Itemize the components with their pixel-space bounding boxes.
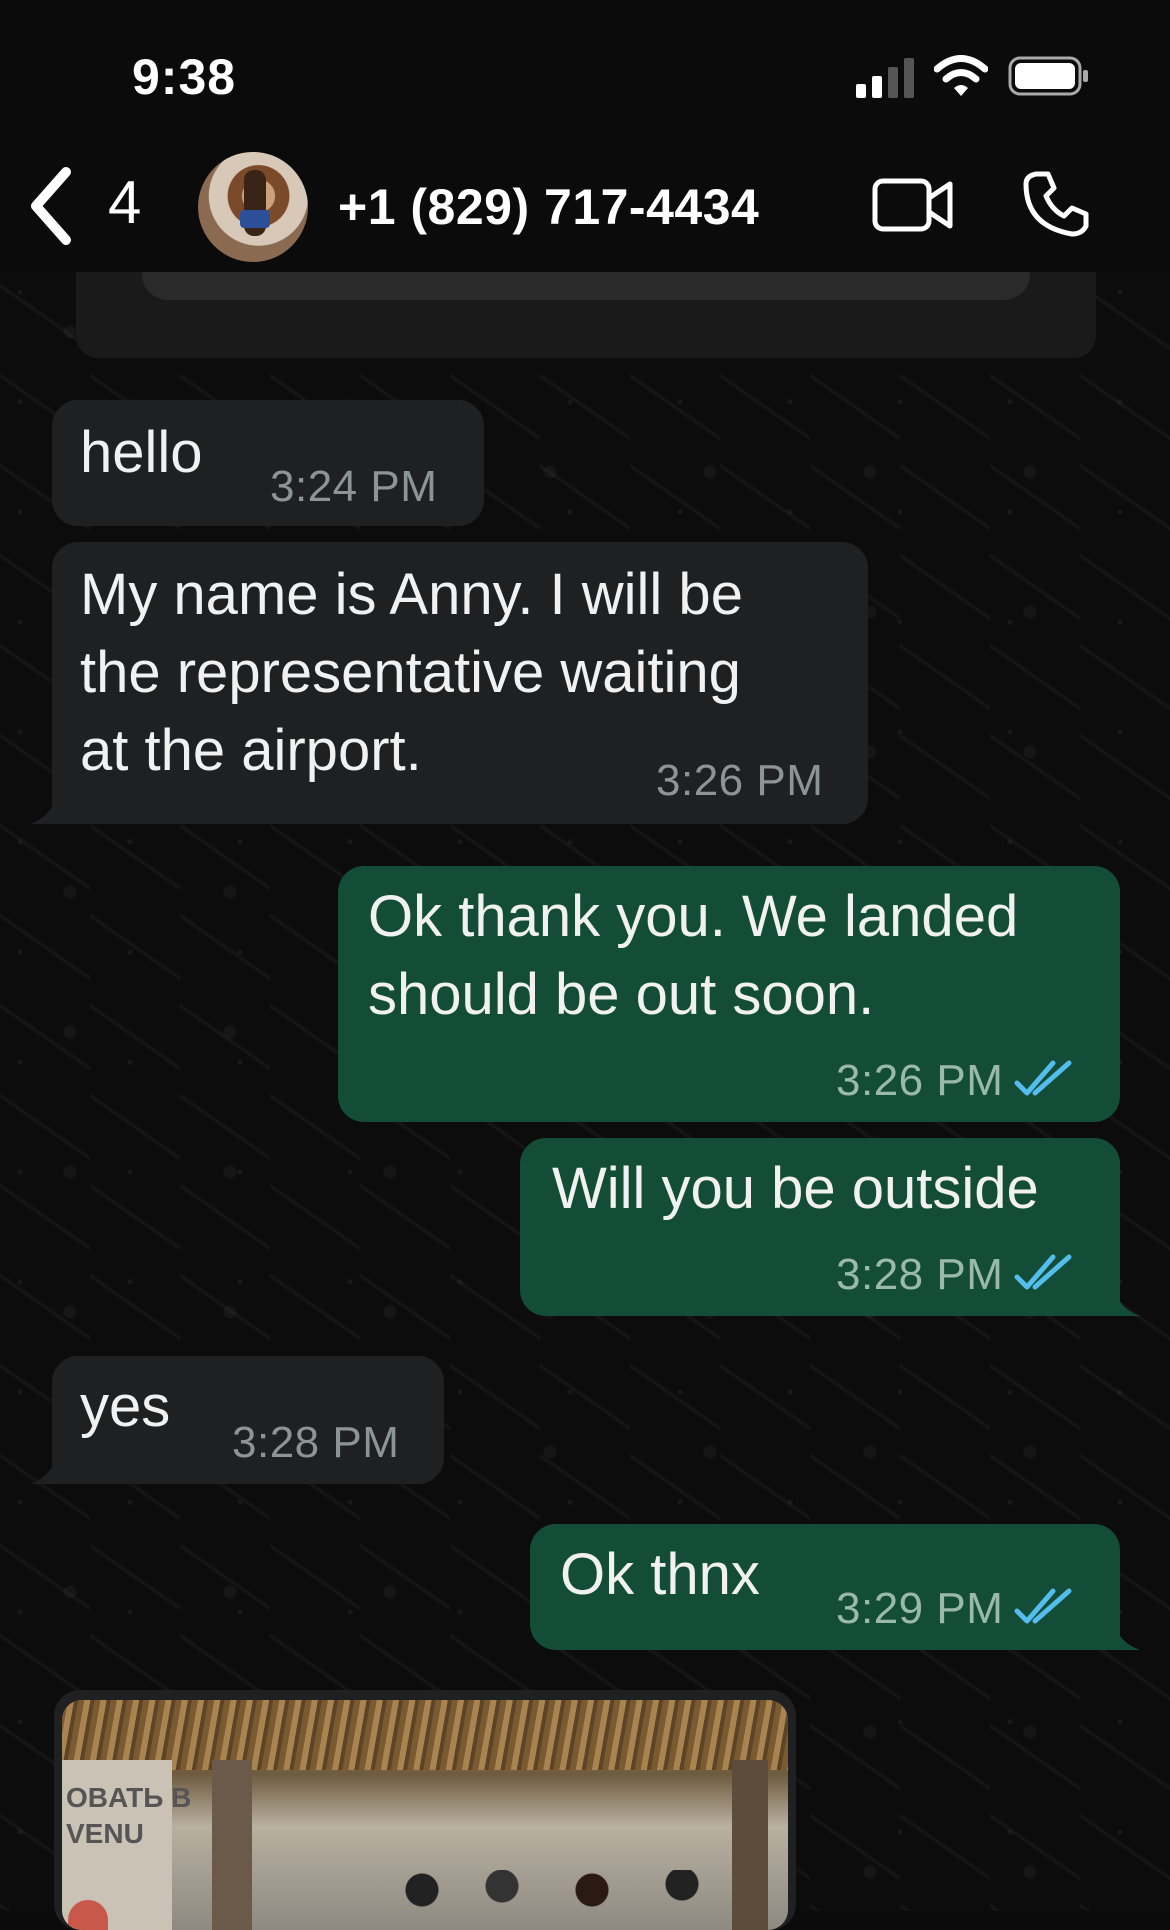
double-check-icon [1014, 1060, 1072, 1096]
message-time: 3:24 PM [270, 462, 438, 511]
chat-header: 4 +1 (829) 717-4434 [0, 140, 1170, 272]
photo-message-bubble[interactable]: OBATЬ B VENU [54, 1690, 796, 1930]
signal-icon [856, 58, 914, 98]
message-text: yes [80, 1374, 171, 1439]
message-time-status: 3:28 PM [836, 1250, 1073, 1300]
back-unread-count[interactable]: 4 [108, 168, 141, 237]
message-time: 3:28 PM [836, 1250, 1004, 1299]
status-time: 9:38 [132, 49, 237, 105]
contact-name[interactable]: +1 (829) 717-4434 [338, 178, 759, 236]
message-text: Will you be outside [552, 1156, 1039, 1221]
battery-icon [1008, 56, 1088, 96]
message-time: 3:28 PM [232, 1418, 400, 1467]
message-bubble-outgoing[interactable]: Ok thank you. We landed should be out so… [338, 866, 1120, 1122]
video-call-icon[interactable] [872, 176, 954, 234]
message-bubble-incoming[interactable]: hello 3:24 PM [52, 400, 484, 526]
message-text: My name is Anny. I will be the represent… [80, 562, 743, 783]
double-check-icon [1014, 1254, 1072, 1290]
message-time: 3:29 PM [836, 1584, 1004, 1633]
phone-call-icon[interactable] [1022, 170, 1090, 238]
message-text: Ok thank you. We landed should be out so… [368, 884, 1019, 1027]
message-text: Ok thnx [560, 1542, 760, 1607]
message-time: 3:26 PM [656, 756, 824, 805]
wifi-icon [934, 55, 988, 96]
photo-message-image[interactable]: OBATЬ B VENU [62, 1700, 788, 1930]
photo-sign-text: OBATЬ B VENU [66, 1782, 192, 1849]
message-bubble-outgoing[interactable]: Ok thnx 3:29 PM [530, 1524, 1120, 1650]
bubble-tail [30, 796, 70, 824]
back-chevron-icon[interactable] [24, 164, 78, 248]
contact-avatar[interactable] [198, 152, 308, 262]
message-time-status: 3:29 PM [836, 1584, 1073, 1634]
double-check-icon [1014, 1588, 1072, 1624]
message-bubble-outgoing[interactable]: Will you be outside 3:28 PM [520, 1138, 1120, 1316]
message-time: 3:26 PM [836, 1056, 1004, 1105]
message-bubble-incoming[interactable]: yes 3:28 PM [52, 1356, 444, 1484]
message-bubble-incoming[interactable]: My name is Anny. I will be the represent… [52, 542, 868, 824]
previous-message-card [76, 272, 1096, 358]
message-time-status: 3:26 PM [836, 1056, 1073, 1106]
status-bar: 9:38 [0, 0, 1170, 140]
bubble-tail [1100, 1622, 1140, 1650]
message-text: hello [80, 420, 203, 485]
bubble-tail [1100, 1288, 1140, 1316]
bubble-tail [30, 1456, 70, 1484]
